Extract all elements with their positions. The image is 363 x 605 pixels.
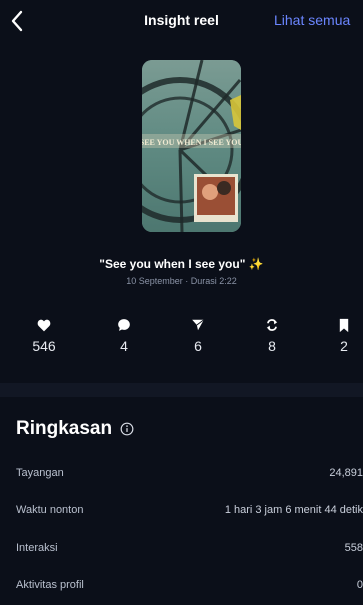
heart-icon xyxy=(37,319,51,331)
reposts-count: 8 xyxy=(268,338,276,354)
stats-row: 546 4 6 8 2 xyxy=(14,316,363,366)
watch-time-value: 1 hari 3 jam 6 menit 44 detik xyxy=(224,504,363,516)
info-icon[interactable] xyxy=(120,422,134,436)
views-label: Tayangan xyxy=(16,467,64,479)
interactions-value: 558 xyxy=(344,542,363,554)
views-value: 24,891 xyxy=(329,467,363,479)
stat-likes[interactable]: 546 xyxy=(14,316,74,354)
caption-text: "See you when I see you" xyxy=(99,257,246,271)
top-bar: Insight reel Lihat semua xyxy=(0,0,363,42)
sparkle-emoji: ✨ xyxy=(248,257,264,271)
watch-time-label: Waktu nonton xyxy=(16,504,84,516)
comment-icon xyxy=(118,319,130,331)
see-all-link[interactable]: Lihat semua xyxy=(274,12,350,28)
summary-row-views: Tayangan 24,891 xyxy=(16,463,363,483)
reel-thumbnail[interactable]: SEE YOU WHEN I SEE YOU xyxy=(142,60,241,232)
repost-icon xyxy=(266,319,278,331)
reel-caption: "See you when I see you" ✨ xyxy=(0,257,363,271)
profile-activity-value: 0 xyxy=(356,579,363,591)
interactions-label: Interaksi xyxy=(16,542,58,554)
shares-count: 6 xyxy=(194,338,202,354)
stat-saves[interactable]: 2 xyxy=(314,316,363,354)
summary-row-watch-time: Waktu nonton 1 hari 3 jam 6 menit 44 det… xyxy=(16,500,363,520)
stat-reposts[interactable]: 8 xyxy=(242,316,302,354)
saves-count: 2 xyxy=(340,338,348,354)
thumbnail-title-text: SEE YOU WHEN I SEE YOU xyxy=(142,138,241,147)
reel-thumbnail-art: SEE YOU WHEN I SEE YOU xyxy=(142,60,241,232)
bookmark-icon xyxy=(339,318,349,332)
send-icon xyxy=(192,319,205,331)
stat-comments[interactable]: 4 xyxy=(94,316,154,354)
stat-shares[interactable]: 6 xyxy=(168,316,228,354)
summary-row-profile-activity: Aktivitas profil 0 xyxy=(16,575,363,595)
likes-count: 546 xyxy=(32,338,56,354)
comments-count: 4 xyxy=(120,338,128,354)
profile-activity-label: Aktivitas profil xyxy=(16,579,84,591)
summary-title: Ringkasan xyxy=(16,418,113,439)
reel-meta: 10 September · Durasi 2:22 xyxy=(126,276,237,286)
section-divider xyxy=(0,383,363,397)
summary-heading: Ringkasan xyxy=(16,418,134,440)
summary-row-interactions: Interaksi 558 xyxy=(16,538,363,558)
